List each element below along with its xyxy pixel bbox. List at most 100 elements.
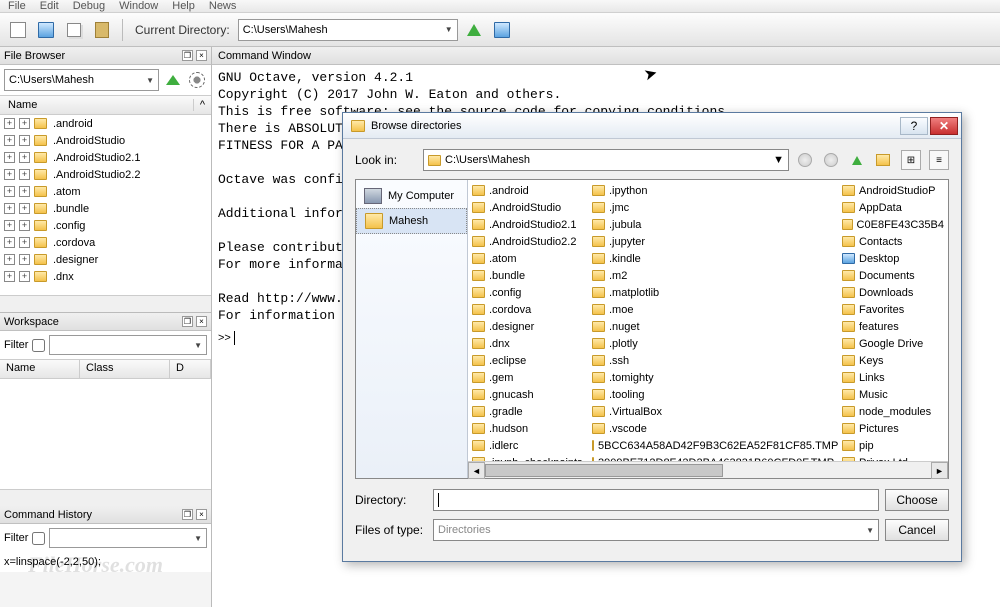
menu-debug[interactable]: Debug <box>73 0 105 12</box>
expand-icon[interactable]: + <box>19 152 30 163</box>
file-item[interactable]: .cordova <box>472 301 584 318</box>
file-item[interactable]: .moe <box>592 301 834 318</box>
new-file-button[interactable] <box>6 18 30 42</box>
file-item[interactable]: .gem <box>472 369 584 386</box>
ch-filter-checkbox[interactable] <box>32 532 45 545</box>
scroll-thumb[interactable] <box>485 464 723 477</box>
file-item[interactable]: .tomighty <box>592 369 834 386</box>
tree-row[interactable]: ++.dnx <box>0 268 211 285</box>
nav-forward-button[interactable] <box>821 150 841 170</box>
file-item[interactable]: node_modules <box>842 403 944 420</box>
expand-icon[interactable]: + <box>19 118 30 129</box>
file-item[interactable]: Favorites <box>842 301 944 318</box>
lookin-combo[interactable]: C:\Users\Mahesh ▼ <box>423 149 789 171</box>
file-item[interactable]: .kindle <box>592 250 834 267</box>
ws-col-class[interactable]: Class <box>80 360 170 378</box>
nav-back-button[interactable] <box>795 150 815 170</box>
expand-icon[interactable]: + <box>19 254 30 265</box>
expand-icon[interactable]: + <box>4 237 15 248</box>
file-item[interactable]: .android <box>472 182 584 199</box>
sidebar-user-folder[interactable]: Mahesh <box>356 208 467 234</box>
dialog-help-button[interactable]: ? <box>900 117 928 135</box>
expand-icon[interactable]: + <box>4 135 15 146</box>
fb-col-sort[interactable]: ^ <box>194 99 211 111</box>
expand-icon[interactable]: + <box>19 203 30 214</box>
expand-icon[interactable]: + <box>4 186 15 197</box>
file-item[interactable]: .matplotlib <box>592 284 834 301</box>
file-item[interactable]: .vscode <box>592 420 834 437</box>
tree-row[interactable]: ++.bundle <box>0 200 211 217</box>
file-list-hscroll[interactable]: ◄ ► <box>468 461 948 478</box>
tree-row[interactable]: ++.AndroidStudio2.2 <box>0 166 211 183</box>
fb-settings-button[interactable] <box>187 70 207 90</box>
file-item[interactable]: .plotly <box>592 335 834 352</box>
tree-row[interactable]: ++.android <box>0 115 211 132</box>
expand-icon[interactable]: + <box>4 254 15 265</box>
dialog-close-button[interactable]: ✕ <box>930 117 958 135</box>
file-item[interactable]: .gradle <box>472 403 584 420</box>
file-browser-path-combo[interactable]: C:\Users\Mahesh ▼ <box>4 69 159 91</box>
panel-undock-button[interactable]: ❐ <box>182 50 193 61</box>
file-item[interactable]: .ipython <box>592 182 834 199</box>
file-item[interactable]: Contacts <box>842 233 944 250</box>
panel-close-button[interactable]: × <box>196 50 207 61</box>
cancel-button[interactable]: Cancel <box>885 519 949 541</box>
copy-button[interactable] <box>62 18 86 42</box>
file-browser-tree[interactable]: ++.android++.AndroidStudio ++.AndroidStud… <box>0 115 211 295</box>
paste-button[interactable] <box>90 18 114 42</box>
workspace-body[interactable] <box>0 379 211 489</box>
file-item[interactable]: .bundle <box>472 267 584 284</box>
file-item[interactable]: Keys <box>842 352 944 369</box>
file-list-col[interactable]: .ipython.jmc.jubula.jupyter.kindle.m2.ma… <box>588 180 838 461</box>
ws-col-d[interactable]: D <box>170 360 211 378</box>
file-item[interactable]: Documents <box>842 267 944 284</box>
file-item[interactable]: .gnucash <box>472 386 584 403</box>
expand-icon[interactable]: + <box>4 152 15 163</box>
file-item[interactable]: .tooling <box>592 386 834 403</box>
file-item[interactable]: .jmc <box>592 199 834 216</box>
menu-news[interactable]: News <box>209 0 237 12</box>
ws-col-name[interactable]: Name <box>0 360 80 378</box>
sidebar-my-computer[interactable]: My Computer <box>356 184 467 208</box>
panel-undock-button[interactable]: ❐ <box>182 316 193 327</box>
file-item[interactable]: features <box>842 318 944 335</box>
fb-hscroll[interactable] <box>0 295 211 312</box>
file-item[interactable]: .AndroidStudio2.1 <box>472 216 584 233</box>
nav-up-button[interactable] <box>847 150 867 170</box>
tree-row[interactable]: ++.AndroidStudio <box>0 132 211 149</box>
file-item[interactable]: Music <box>842 386 944 403</box>
icon-view-button[interactable]: ⊞ <box>901 150 921 170</box>
expand-icon[interactable]: + <box>19 271 30 282</box>
tree-row[interactable]: ++.config <box>0 217 211 234</box>
file-item[interactable]: Desktop <box>842 250 944 267</box>
file-item[interactable]: AppData <box>842 199 944 216</box>
open-folder-button[interactable] <box>34 18 58 42</box>
file-item[interactable]: .m2 <box>592 267 834 284</box>
ws-filter-combo[interactable]: ▼ <box>49 335 207 355</box>
menu-window[interactable]: Window <box>119 0 158 12</box>
files-type-combo[interactable]: Directories ▼ <box>433 519 879 541</box>
file-item[interactable]: .atom <box>472 250 584 267</box>
expand-icon[interactable]: + <box>19 186 30 197</box>
file-item[interactable]: .idlerc <box>472 437 584 454</box>
file-item[interactable]: .nuget <box>592 318 834 335</box>
scroll-left-arrow[interactable]: ◄ <box>468 462 485 479</box>
expand-icon[interactable]: + <box>19 237 30 248</box>
ws-filter-checkbox[interactable] <box>32 339 45 352</box>
file-item[interactable]: .designer <box>472 318 584 335</box>
scroll-right-arrow[interactable]: ► <box>931 462 948 479</box>
panel-undock-button[interactable]: ❐ <box>182 509 193 520</box>
ws-hscroll[interactable] <box>0 489 211 506</box>
browse-dir-button[interactable] <box>490 18 514 42</box>
file-item[interactable]: Privax Ltd <box>842 454 944 461</box>
file-item[interactable]: .dnx <box>472 335 584 352</box>
expand-icon[interactable]: + <box>4 271 15 282</box>
file-item[interactable]: Pictures <box>842 420 944 437</box>
file-item[interactable]: C0E8FE43C35B4 <box>842 216 944 233</box>
ch-filter-combo[interactable]: ▼ <box>49 528 207 548</box>
file-item[interactable]: .VirtualBox <box>592 403 834 420</box>
file-item[interactable]: .eclipse <box>472 352 584 369</box>
dir-up-button[interactable] <box>462 18 486 42</box>
file-item[interactable]: 3909BE712D8F42D2BA463831B60CFD0F.TMP <box>592 454 834 461</box>
file-item[interactable]: Google Drive <box>842 335 944 352</box>
